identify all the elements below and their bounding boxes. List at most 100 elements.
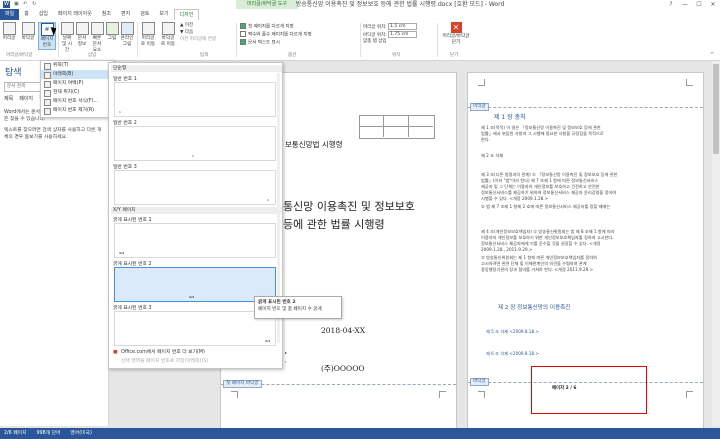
nav-search-input[interactable]: 문서 검색 [4,82,42,92]
page-number-preview: 1 [267,198,269,202]
page1-date: 2018-04-XX [321,326,366,335]
crop-mark [686,79,693,86]
body-line: 정보통신서비스를 제공하기 위하여 정보통신서비스 제공자 윤리강령을 정하여 [481,190,617,195]
menu-item-icon [44,63,51,70]
datetime-button[interactable]: 날짜 및 시간 [60,22,74,54]
page1-subtitle: 보통신망법 시행령 [285,140,343,149]
page-number-preview: 1/1 [265,339,271,343]
picture-button[interactable]: 그림 [106,22,119,42]
gallery-item[interactable]: 1/1 [114,223,276,258]
header-button[interactable]: 머리글 [2,22,16,42]
help-button[interactable]: ? [664,0,678,9]
next-button[interactable]: ▼ 다음 [180,30,193,36]
close-window-button[interactable]: ✕ [706,0,720,9]
close-header-footer-button[interactable]: ✕ 머리글/바닥글 닫기 [441,22,471,46]
gallery-item[interactable]: 1/1 [114,311,276,346]
menu-item[interactable]: 아래쪽(B)▸ [41,70,113,79]
tab-view[interactable]: 보기 [154,9,173,20]
ribbon-separator [437,23,438,57]
gallery-item[interactable]: 1 [114,126,276,161]
more-page-numbers-item[interactable]: ■ Office.com에서 페이지 번호 더 보기(M) ▸ [111,348,290,357]
gallery-item-selected[interactable]: 1/1 [114,267,276,302]
gallery-item[interactable]: 1 [114,82,276,117]
status-words[interactable]: 998개 단어 [37,428,61,439]
gallery-item[interactable]: 1 [114,170,276,205]
link-to-previous-button[interactable]: 이전 머리글에 연결 [180,37,216,43]
page1-org: (주)OOOOO [321,364,365,373]
footer-button[interactable]: 바닥글 [20,22,36,42]
scrollbar-thumb[interactable] [713,64,719,154]
header-icon [2,22,16,35]
menu-item[interactable]: 페이지 번호 제거(R) [41,106,113,115]
status-page[interactable]: 2/6 페이지 [4,428,27,439]
menu-item[interactable]: 현재 위치(C)▸ [41,88,113,97]
footer-position-input[interactable]: 1.75 cm [388,31,418,38]
online-picture-button[interactable]: 온라인 그림 [120,22,134,48]
document-icon [76,22,89,35]
header-boundary [468,107,703,108]
title-bar: W ▣ ↶ ↻ 머리글/바닥글 도구 방송통신망 이용촉진 및 정보보호 등에 … [0,0,720,9]
tab-file[interactable]: 파일 [0,9,20,20]
first-page-footer-tag: 첫 페이지 바닥글 [223,380,262,388]
maximize-button[interactable]: ☐ [692,0,706,9]
table-border [359,115,435,139]
insert-alignment-tab-button[interactable]: 맞춤 탭 삽입 [363,39,387,45]
ribbon: 머리글 바닥글 # 페이지 번호 머리글/바닥글 날짜 및 시간 문서 정보 빠… [0,20,720,61]
tab-insert[interactable]: 삽입 [34,9,53,20]
group-label-insert: 삽입 [88,53,97,58]
tab-review[interactable]: 검토 [135,9,154,20]
menu-item-icon [44,99,51,106]
menu-item-icon [44,72,51,79]
tab-design[interactable]: 디자인 [173,9,200,20]
body-line: ② 방송통신위원회는 제 1 항에 따른 개인정보보호책임자를 정하여 [481,255,597,260]
body-line: 이용자의 개인정보를 보호하기 위한 개인정보보호책임자를 정하여 고시한다. [481,235,614,240]
gallery-item-label: 굵게 표시된 번호 1 [113,218,152,223]
save-selection-item[interactable]: 선택 영역을 페이지 번호로 저장(아래쪽)(S) ▸ [111,357,290,366]
tab-page-layout[interactable]: 페이지 레이아웃 [53,9,97,20]
gallery-item-label: 일반 번호 1 [113,77,137,82]
previous-button[interactable]: ▲ 이전 [180,23,193,29]
menu-item-label: 페이지 번호 서식(F)... [53,99,99,104]
minimize-button[interactable]: — [678,0,692,9]
redo-icon[interactable]: ↻ [32,1,36,7]
nav-pane-title: 탐색 [5,68,22,78]
status-language[interactable]: 영어(미국) [70,428,91,439]
body-line: 제 3 조(다른 법령과의 관계) ① 「정보통신망 이용촉진 및 정보보호 등… [481,172,618,177]
nav-tab-pages[interactable]: 페이지 [19,95,33,102]
docinfo-button[interactable]: 문서 정보 [76,22,89,48]
menu-item[interactable]: 페이지 여백(P)▸ [41,79,113,88]
menu-item[interactable]: 위쪽(T)▸ [41,61,113,70]
page-number-menu: 위쪽(T)▸아래쪽(B)▸페이지 여백(P)▸현재 위치(C)▸ 페이지 번호 서… [40,60,114,118]
collapse-ribbon-icon[interactable]: ^ [710,52,714,58]
highlight-box [531,366,647,414]
menu-item[interactable]: 페이지 번호 서식(F)... [41,97,113,106]
menu-item-icon [44,81,51,88]
odd-even-different-checkbox[interactable]: 짝수와 홀수 페이지를 다르게 지정 [240,31,312,39]
gallery-section-header: 단순형 [111,65,282,72]
tab-references[interactable]: 참조 [97,9,116,20]
quick-parts-button[interactable]: 빠른 문서 요소 [90,22,104,54]
page-number-preview: 1/1 [189,295,195,299]
header-position-input[interactable]: 1.5 cm [388,23,418,30]
chapter-heading: 제 2 장 정보통신망의 이용촉진 [498,305,571,311]
menu-item-label: 페이지 번호 제거(R) [53,108,95,113]
group-label-navigation: 탐색 [200,53,209,58]
save-icon[interactable]: ▣ [14,1,19,7]
online-picture-icon [120,22,134,35]
show-document-text-checkbox[interactable]: 문서 텍스트 표시 [240,39,280,47]
crop-mark [686,391,693,398]
word-logo-icon: W [3,1,10,8]
calendar-icon [60,22,74,35]
gallery-item-label: 굵게 표시된 번호 3 [113,306,152,311]
tab-home[interactable]: 홈 [19,9,34,20]
gallery-section-header: X/Y 페이지 [111,207,282,214]
go-to-footer-button[interactable]: 바닥글로 이동 [160,22,176,48]
undo-icon[interactable]: ↶ [23,1,27,7]
crop-mark [478,79,485,86]
tab-mailings[interactable]: 편지 [116,9,135,20]
page-number-gallery: 단순형 일반 번호 1 1 일반 번호 2 1 일반 번호 3 1 X/Y 페이… [108,62,287,369]
nav-tab-headings[interactable]: 제목 [4,95,13,102]
crop-mark [231,391,238,398]
go-to-header-button[interactable]: 머리글로 이동 [140,22,156,48]
first-page-different-checkbox[interactable]: 첫 페이지를 다르게 지정 [240,23,294,31]
